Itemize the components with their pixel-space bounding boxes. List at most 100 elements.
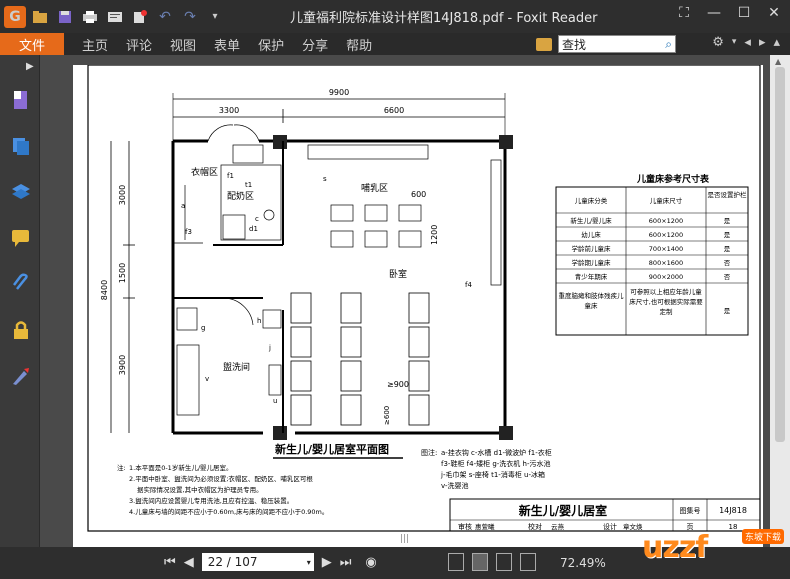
navigation-sidebar: ▶ (0, 55, 40, 547)
note-row: 据实际情况设置,其中衣帽区为护理员专用。 (137, 485, 263, 494)
vertical-scrollbar[interactable]: ▲ ▼ (770, 55, 790, 547)
table-header: 儿童床分类 (575, 196, 608, 205)
dim-3000: 3000 (118, 185, 127, 205)
label-g: g (201, 324, 205, 332)
expand-sidebar-icon[interactable]: ▶ (26, 61, 34, 72)
close-icon[interactable]: ✕ (764, 5, 784, 21)
new-icon[interactable] (129, 6, 151, 28)
note-row: 3.盥洗间内应设置婴儿专用洗池,且应有控温、稳压装置。 (129, 496, 293, 505)
low-cabinet-f4 (490, 159, 502, 286)
legend-row: v-洗婴池 (441, 481, 468, 490)
horizontal-scroll-grip[interactable]: ||| (400, 534, 409, 544)
watermark-brand: uzzf (642, 529, 708, 565)
properties-icon[interactable] (104, 6, 126, 28)
menu-help[interactable]: 帮助 (346, 35, 372, 54)
dim-600: 600 (411, 190, 426, 199)
facing-view-icon[interactable] (496, 553, 512, 571)
gear-icon[interactable]: ⚙ (712, 35, 724, 50)
pdf-page: 9900 3300 6600 8400 3000 1500 3900 衣帽区 配… (73, 64, 763, 547)
open-icon[interactable] (29, 6, 51, 28)
table-cell: 600×1200 (649, 231, 683, 239)
menu-file[interactable]: 文件 (0, 33, 64, 55)
titleblock-review-label: 审核 (458, 522, 472, 531)
last-page-icon[interactable]: ⏭ (340, 555, 352, 570)
baby-tub-v (176, 344, 200, 416)
menu-right-tools: ⚙ ▾ ◂ ▸ ▴ (712, 35, 780, 50)
search-input[interactable]: 查找 ⌕ (558, 35, 676, 53)
dim-900: ≥900 (387, 380, 409, 389)
continuous-view-icon[interactable] (472, 553, 488, 571)
scroll-up-icon[interactable]: ▲ (775, 57, 781, 66)
drawing-sheet: 9900 3300 6600 8400 3000 1500 3900 衣帽区 配… (87, 64, 761, 532)
door-swing (233, 124, 260, 142)
menu-comment[interactable]: 评论 (126, 35, 152, 54)
folder-icon[interactable] (536, 37, 552, 51)
label-u: u (273, 397, 277, 405)
outer-walls (171, 139, 507, 435)
door-swing (222, 297, 254, 326)
prev-page-icon[interactable]: ◀ (184, 555, 194, 570)
label-f1: f1 (227, 172, 234, 180)
menu-view[interactable]: 视图 (170, 35, 196, 54)
document-viewport[interactable]: 9900 3300 6600 8400 3000 1500 3900 衣帽区 配… (40, 55, 770, 547)
note-row: 2.平面中卧室、盥洗间为必须设置;衣帽区、配奶区、哺乳区可根 (129, 474, 313, 483)
dim-600b: ≥600 (383, 406, 391, 425)
star-new-icon (134, 9, 147, 23)
foxit-reader-window: G ↶ ↷ ▾ 儿童福利院标准设计样图14J818.pdf - Foxit Re… (0, 0, 790, 579)
cribs (290, 292, 430, 426)
minimize-icon[interactable]: — (704, 5, 724, 21)
sink-c (263, 209, 275, 221)
menu-share[interactable]: 分享 (302, 35, 328, 54)
scroll-thumb[interactable] (775, 67, 785, 442)
printer-icon (83, 10, 97, 23)
save-icon[interactable] (54, 6, 76, 28)
single-page-view-icon[interactable] (448, 553, 464, 571)
fridge-u (268, 364, 282, 396)
search-icon[interactable]: ⌕ (665, 37, 672, 52)
menu-form[interactable]: 表单 (214, 35, 240, 54)
dim-1200: 1200 (430, 225, 439, 245)
menu-home[interactable]: 主页 (82, 35, 108, 54)
next-page-icon[interactable]: ▶ (322, 555, 332, 570)
table-cell: 可参照以上相应年龄儿童床尺寸,也可根据实际需要定制 (629, 288, 703, 316)
signature-icon[interactable] (10, 365, 32, 387)
fullscreen-icon[interactable]: ⛶ (674, 5, 694, 21)
undo-icon[interactable]: ↶ (154, 6, 176, 28)
layers-icon[interactable] (10, 181, 32, 203)
room-bedroom: 卧室 (389, 268, 407, 280)
attachment-icon[interactable] (10, 273, 32, 295)
table-header: 儿童床尺寸 (650, 196, 683, 205)
collapse-ribbon-icon[interactable]: ▴ (773, 35, 780, 50)
redo-icon[interactable]: ↷ (179, 6, 201, 28)
ribbon-menu-bar: 文件 主页 评论 视图 表单 保护 分享 帮助 查找 ⌕ ⚙ ▾ ◂ ▸ ▴ (0, 33, 790, 55)
titleblock-designer: 章文焕 (623, 522, 643, 531)
continuous-facing-view-icon[interactable] (520, 553, 536, 571)
structural-columns (273, 135, 513, 440)
dim-8400: 8400 (100, 280, 109, 300)
lock-icon[interactable] (10, 319, 32, 341)
first-page-icon[interactable]: ⏮ (164, 555, 176, 570)
room-milk: 配奶区 (227, 190, 254, 202)
back-arrow-icon[interactable]: ◂ (744, 35, 751, 50)
feeding-chairs (330, 204, 422, 248)
previous-view-icon[interactable]: ◉ (365, 555, 376, 570)
foxit-logo-icon[interactable]: G (4, 5, 26, 28)
dropdown-icon[interactable]: ▾ (732, 35, 737, 50)
zoom-level[interactable]: 72.49% (560, 556, 606, 570)
notes-title: 注: (117, 463, 126, 472)
maximize-icon[interactable]: ☐ (734, 5, 754, 21)
forward-arrow-icon[interactable]: ▸ (759, 35, 766, 50)
table-cell: 是 (724, 245, 731, 253)
comments-icon[interactable] (10, 227, 32, 249)
customize-icon[interactable]: ▾ (204, 6, 226, 28)
label-h: h (257, 317, 261, 325)
menu-protect[interactable]: 保护 (258, 35, 284, 54)
bookmark-icon[interactable] (10, 89, 32, 111)
page-number-input[interactable]: 22 / 107 ▾ (201, 553, 314, 571)
label-a: a (181, 202, 185, 210)
pages-icon[interactable] (10, 135, 32, 157)
slop-sink-h (262, 309, 282, 329)
print-icon[interactable] (79, 6, 101, 28)
page-dropdown-icon[interactable]: ▾ (307, 558, 311, 567)
table-cell: 学龄期儿童床 (572, 258, 612, 267)
